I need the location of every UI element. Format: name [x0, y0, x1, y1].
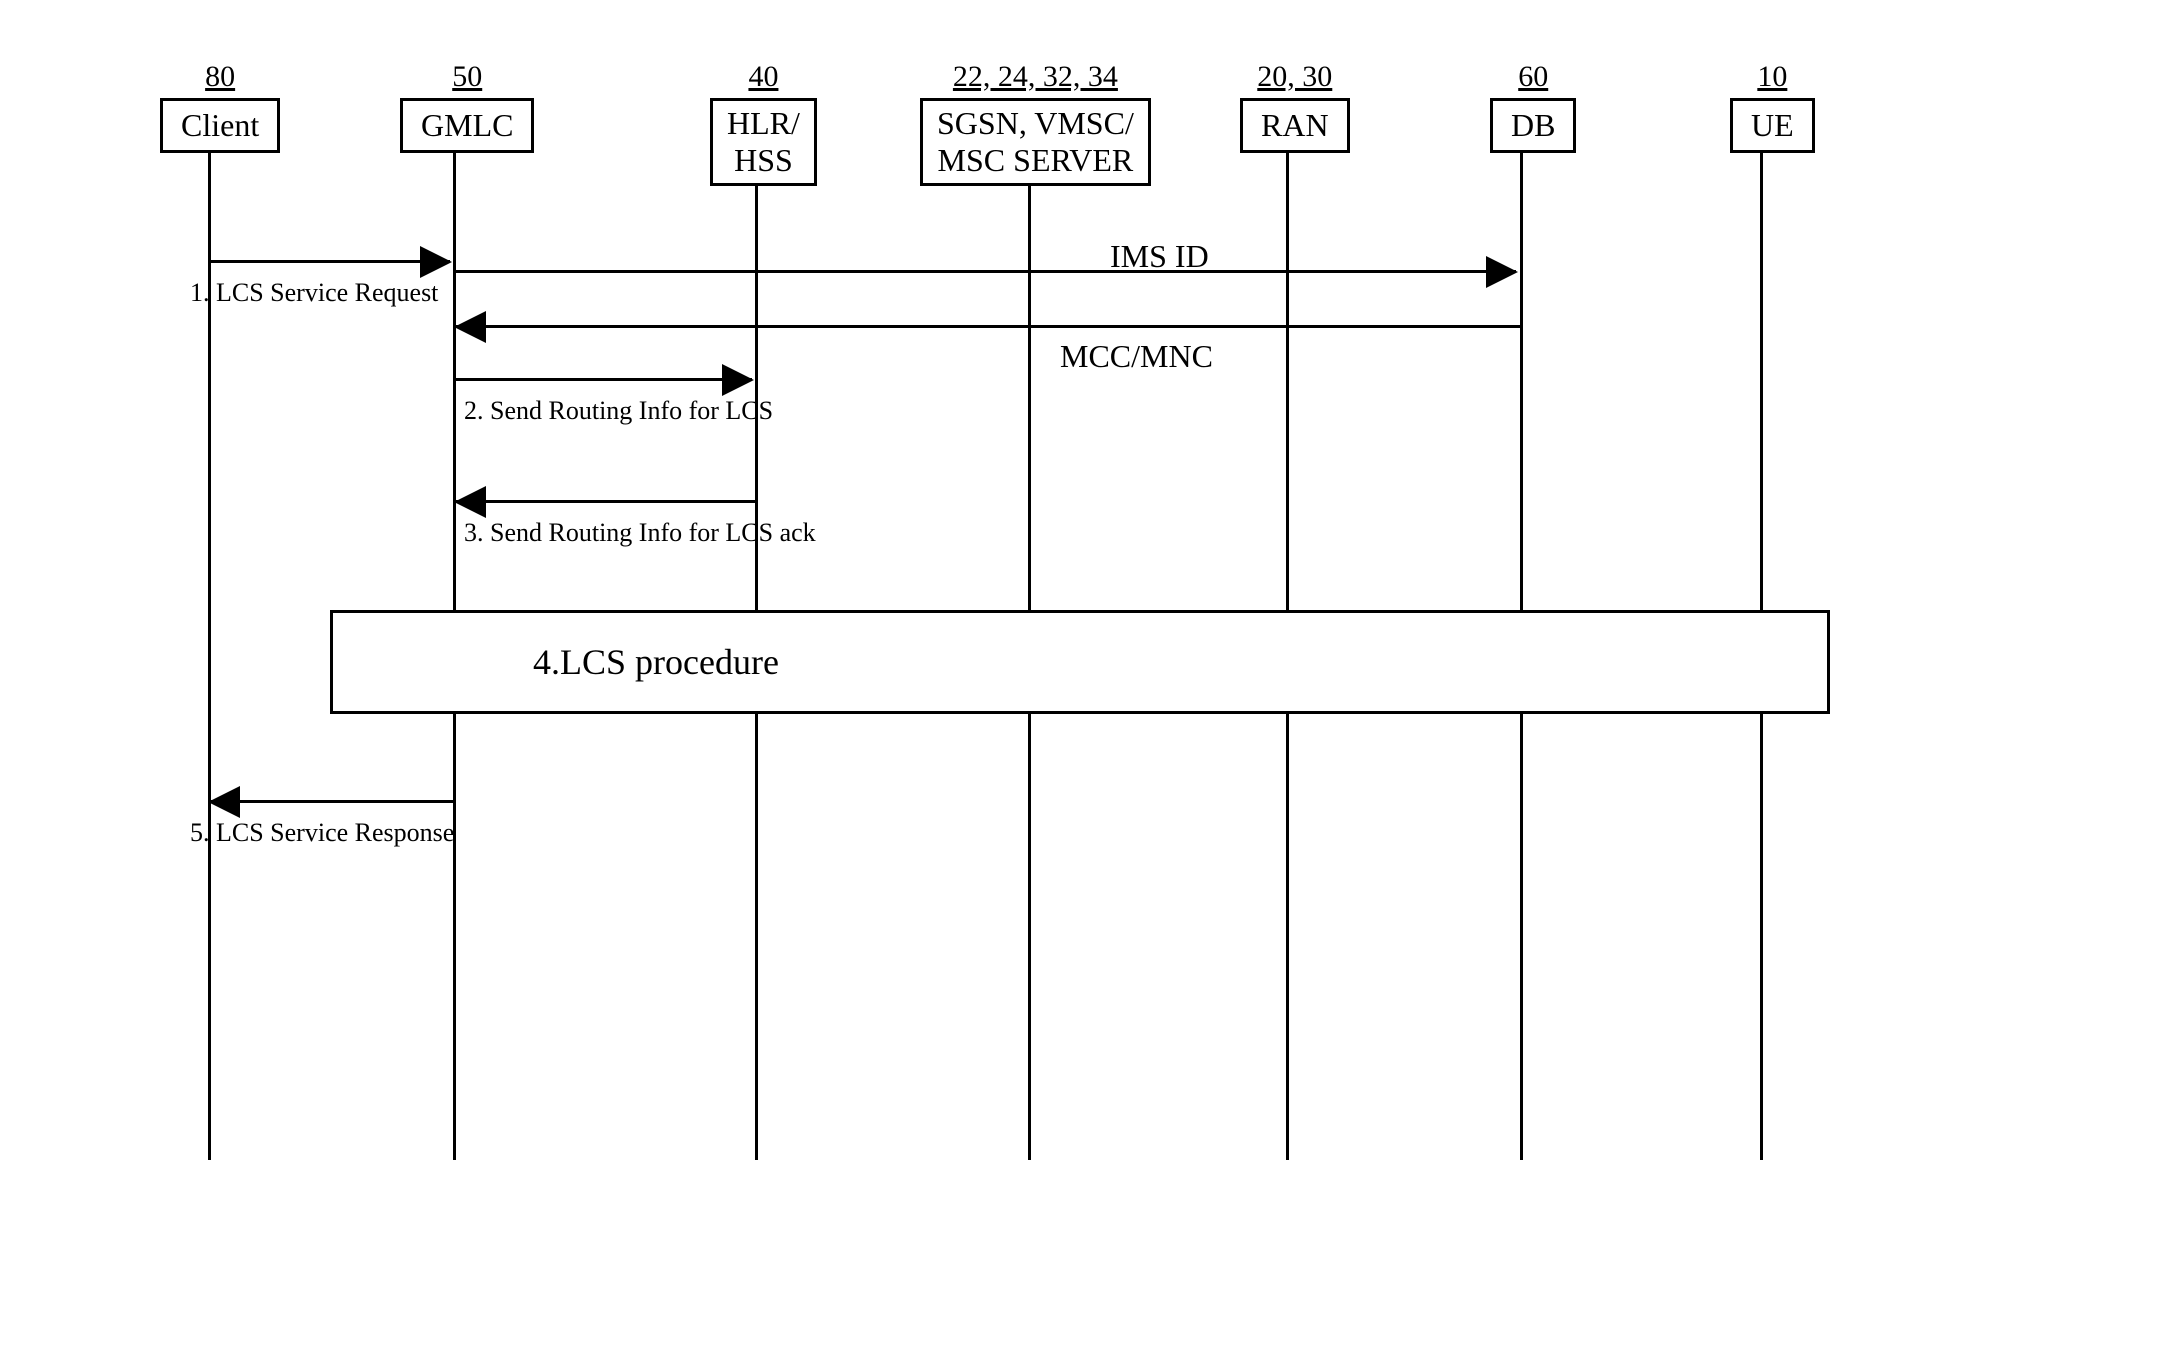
participant-label-line1: SGSN, VMSC/	[937, 105, 1134, 141]
participant-client: 80 Client	[160, 60, 280, 153]
arrow-head-icon	[454, 486, 486, 518]
participant-label: DB	[1490, 98, 1576, 153]
participant-number: 22, 24, 32, 34	[920, 60, 1151, 94]
participant-label: SGSN, VMSC/ MSC SERVER	[920, 98, 1151, 186]
arrow-head-icon	[420, 246, 452, 278]
participant-ue: 10 UE	[1730, 60, 1815, 153]
label-mcc-mnc: MCC/MNC	[1060, 338, 1213, 375]
label-send-routing-info: 2. Send Routing Info for LCS	[464, 396, 773, 426]
participant-label: UE	[1730, 98, 1815, 153]
participant-gmlc: 50 GMLC	[400, 60, 534, 153]
participant-label-line1: HLR/	[727, 105, 800, 141]
participant-hlr: 40 HLR/ HSS	[710, 60, 817, 186]
label-send-routing-info-ack: 3. Send Routing Info for LCS ack	[464, 518, 816, 548]
participant-sgsn: 22, 24, 32, 34 SGSN, VMSC/ MSC SERVER	[920, 60, 1151, 186]
participant-label: GMLC	[400, 98, 534, 153]
participant-number: 10	[1730, 60, 1815, 94]
arrow-head-icon	[454, 311, 486, 343]
participant-label: Client	[160, 98, 280, 153]
participant-number: 40	[710, 60, 817, 94]
label-lcs-service-request: 1. LCS Service Request	[190, 278, 438, 308]
participant-ran: 20, 30 RAN	[1240, 60, 1350, 153]
label-lcs-service-response: 5. LCS Service Response	[190, 818, 454, 848]
lcs-procedure-label: 4.LCS procedure	[533, 642, 779, 682]
participant-number: 50	[400, 60, 534, 94]
participant-db: 60 DB	[1490, 60, 1576, 153]
arrow-send-routing-info-ack	[456, 500, 756, 503]
participant-label: HLR/ HSS	[710, 98, 817, 186]
participant-number: 60	[1490, 60, 1576, 94]
arrow-head-icon	[1486, 256, 1518, 288]
arrow-send-routing-info	[456, 378, 752, 381]
arrow-lcs-service-response	[210, 800, 454, 803]
participant-label: RAN	[1240, 98, 1350, 153]
lcs-procedure-box: 4.LCS procedure	[330, 610, 1830, 714]
arrow-head-icon	[722, 364, 754, 396]
arrow-ims-id	[456, 270, 1516, 273]
participant-number: 20, 30	[1240, 60, 1350, 94]
label-ims-id: IMS ID	[1110, 238, 1209, 275]
participant-label-line2: MSC SERVER	[938, 142, 1134, 178]
participant-number: 80	[160, 60, 280, 94]
arrow-mcc-mnc	[456, 325, 1520, 328]
sequence-diagram: 80 Client 50 GMLC 40 HLR/ HSS 22, 24, 32…	[120, 60, 2020, 1160]
arrow-head-icon	[208, 786, 240, 818]
arrow-lcs-service-request	[210, 260, 450, 263]
participant-label-line2: HSS	[734, 142, 793, 178]
